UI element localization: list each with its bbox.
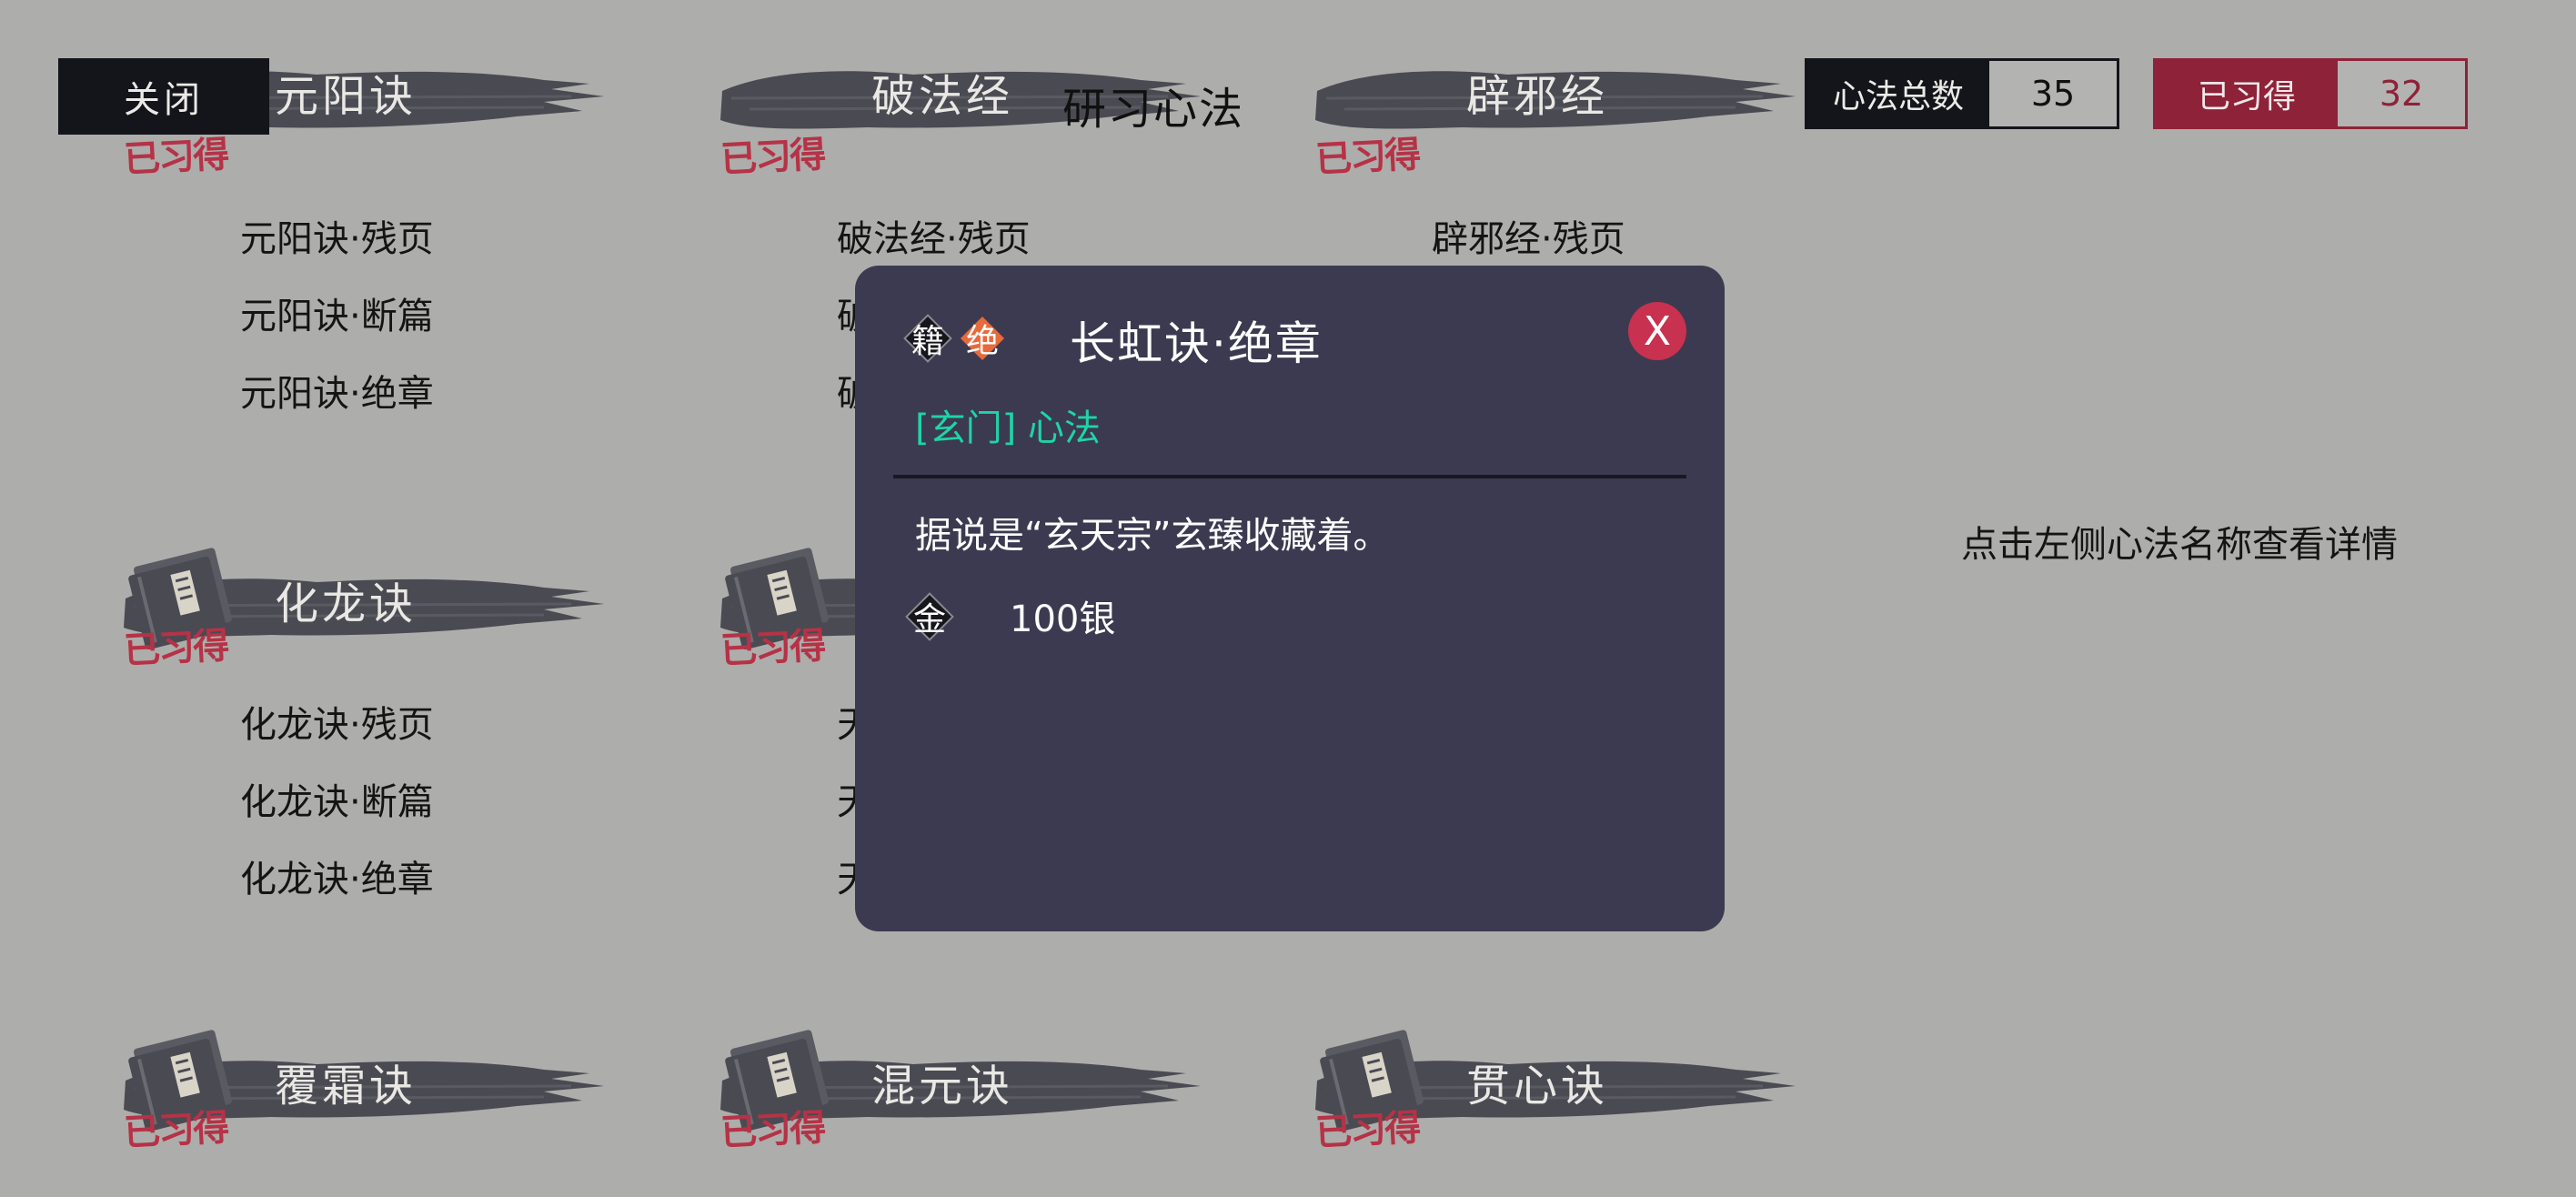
acquired-count-box: 已习得 32 xyxy=(2153,58,2468,129)
total-count-value: 35 xyxy=(1989,61,2117,126)
book-name[interactable]: 覆霜诀 xyxy=(275,1050,417,1113)
book-type-tag: 籍 xyxy=(903,314,952,363)
detail-hint: 点击左侧心法名称查看详情 xyxy=(1961,524,2398,566)
total-count-box: 心法总数 35 xyxy=(1805,58,2119,129)
popup-price: 100银 xyxy=(1010,598,1116,640)
entry-item[interactable]: 化龙诀·断篇 xyxy=(240,772,434,825)
popup-close-button[interactable]: X xyxy=(1628,302,1686,360)
entry-item[interactable]: 化龙诀·绝章 xyxy=(240,850,434,902)
acquired-count-label: 已习得 xyxy=(2156,61,2338,126)
book-name[interactable]: 化龙诀 xyxy=(275,568,417,631)
popup-description: 据说是“玄天宗”玄臻收藏着。 xyxy=(915,515,1390,557)
acquired-stamp: 已习得 xyxy=(1314,1107,1421,1154)
acquired-stamp: 已习得 xyxy=(719,1107,826,1154)
acquired-stamp: 已习得 xyxy=(123,1107,229,1154)
entry-item[interactable]: 元阳诀·残页 xyxy=(240,209,434,262)
entry-item[interactable]: 辟邪经·残页 xyxy=(1432,209,1625,262)
entry-item[interactable]: 破法经·残页 xyxy=(837,209,1031,262)
entry-item[interactable]: 化龙诀·残页 xyxy=(240,695,434,748)
entry-item[interactable]: 元阳诀·绝章 xyxy=(240,364,434,417)
rarity-label: 绝 xyxy=(965,323,999,360)
popup-title: 长虹诀·绝章 xyxy=(1070,317,1323,370)
screen: 关闭 研习心法 心法总数 35 已习得 32 元阳诀 已习得 元阳诀·残页 元阳… xyxy=(0,0,2576,1197)
divider xyxy=(893,475,1686,478)
currency-label: 金 xyxy=(912,601,946,639)
acquired-stamp: 已习得 xyxy=(123,625,229,672)
detail-popup: 籍 绝 长虹诀·绝章 X [玄门] 心法 据说是“玄天宗”玄臻收藏着。 金 10… xyxy=(855,266,1725,931)
book-type-label: 籍 xyxy=(911,323,944,360)
total-count-label: 心法总数 xyxy=(1807,61,1989,126)
acquired-stamp: 已习得 xyxy=(719,625,826,672)
acquired-count-value: 32 xyxy=(2338,61,2465,126)
entry-item[interactable]: 元阳诀·断篇 xyxy=(240,287,434,339)
popup-category: [玄门] 心法 xyxy=(915,407,1101,449)
book-name[interactable]: 贯心诀 xyxy=(1466,1050,1608,1113)
rarity-tag: 绝 xyxy=(960,316,1005,361)
currency-icon: 金 xyxy=(905,592,954,641)
book-name[interactable]: 混元诀 xyxy=(871,1050,1013,1113)
